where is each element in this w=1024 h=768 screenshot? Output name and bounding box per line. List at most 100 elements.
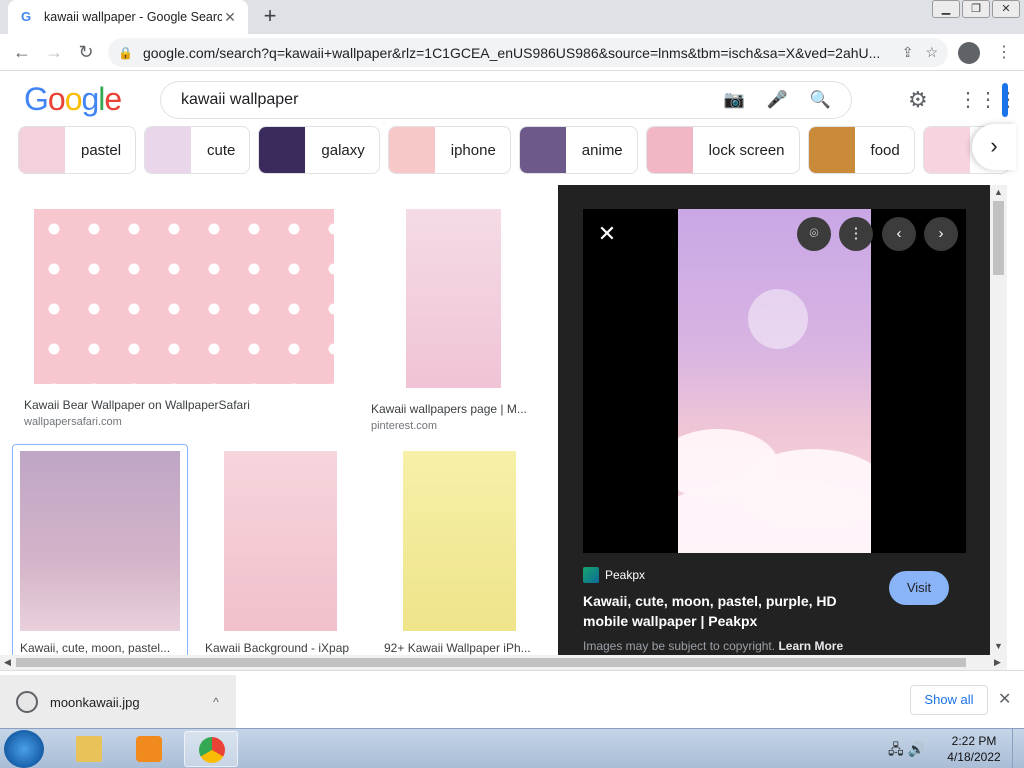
chip-food[interactable]: food [807, 126, 915, 174]
chip-pastel[interactable]: pastel [18, 126, 137, 174]
forward-button[interactable]: → [38, 42, 70, 63]
settings-gear-icon[interactable]: ⚙ [908, 87, 928, 113]
apps-grid-icon[interactable]: ⋮⋮⋮ [958, 87, 1018, 112]
peakpx-logo-icon [583, 567, 599, 583]
tab-close-icon[interactable]: ✕ [222, 9, 238, 26]
close-window-button[interactable]: ✕ [992, 0, 1020, 18]
result-card[interactable]: Kawaii Bear Wallpaper on WallpaperSafari… [20, 209, 348, 428]
preview-source[interactable]: Peakpx [583, 567, 645, 583]
result-source[interactable]: pinterest.com [371, 420, 542, 432]
close-downloads-icon[interactable]: ✕ [998, 689, 1011, 709]
download-item[interactable]: moonkawaii.jpg ^ [0, 675, 236, 729]
chip-anime[interactable]: anime [518, 126, 638, 174]
chip-thumbnail [388, 127, 435, 173]
image-results: Kawaii Bear Wallpaper on WallpaperSafari… [0, 185, 558, 655]
result-title[interactable]: Kawaii wallpapers page | M... [371, 402, 542, 416]
address-bar[interactable]: 🔒 google.com/search?q=kawaii+wallpaper&r… [108, 38, 948, 67]
close-preview-icon[interactable]: ✕ [595, 222, 619, 246]
tab-title: kawaii wallpaper - Google Search [44, 10, 222, 24]
result-title[interactable]: Kawaii Background - iXpap [205, 641, 360, 655]
taskbar-media-player[interactable] [122, 731, 176, 767]
download-filename: moonkawaii.jpg [50, 694, 140, 710]
result-image[interactable] [406, 209, 501, 388]
maximize-button[interactable]: ❐ [962, 0, 990, 18]
related-search-chips: pastel cute galaxy iphone anime lock scr… [18, 126, 1010, 176]
camera-icon[interactable]: 📷 [723, 90, 744, 110]
url-text: google.com/search?q=kawaii+wallpaper&rlz… [142, 44, 881, 61]
minimize-button[interactable]: ▁ [932, 0, 960, 18]
microphone-icon[interactable]: 🎤 [767, 90, 788, 110]
visit-button[interactable]: Visit [889, 571, 949, 605]
vertical-scrollbar[interactable]: ▲ ▼ [990, 185, 1007, 655]
share-icon[interactable]: ⇪ [902, 44, 914, 61]
more-options-icon[interactable]: ⋮ [839, 217, 873, 251]
media-player-icon [136, 736, 162, 762]
search-box[interactable]: kawaii wallpaper 📷 🎤 🔍 [160, 81, 852, 119]
horizontal-scrollbar[interactable]: ◀ ▶ [0, 655, 1007, 670]
show-desktop-button[interactable] [1012, 729, 1024, 768]
lens-search-icon[interactable]: ⌾ [797, 217, 831, 251]
chip-thumbnail [145, 127, 192, 173]
next-image-icon[interactable]: › [924, 217, 958, 251]
preview-image-frame [583, 209, 966, 553]
result-title[interactable]: Kawaii Bear Wallpaper on WallpaperSafari [24, 398, 348, 412]
chip-thumbnail [923, 127, 970, 173]
bookmark-star-icon[interactable]: ☆ [925, 44, 938, 61]
windows-taskbar: 🖧 🔊 2:22 PM 4/18/2022 [0, 728, 1024, 768]
result-card[interactable]: 92+ Kawaii Wallpaper iPh... [379, 451, 539, 655]
preview-title[interactable]: Kawaii, cute, moon, pastel, purple, HD m… [583, 591, 873, 631]
start-button[interactable] [4, 730, 44, 768]
result-image[interactable] [224, 451, 337, 631]
google-logo[interactable]: Google [24, 81, 122, 118]
vertical-scroll-thumb[interactable] [993, 201, 1004, 275]
result-card-selected[interactable]: Kawaii, cute, moon, pastel... [12, 444, 188, 655]
browser-menu-icon[interactable]: ⋮ [996, 42, 1012, 62]
chevron-up-icon[interactable]: ^ [196, 695, 236, 709]
copyright-notice: Images may be subject to copyright. Lear… [583, 639, 844, 653]
result-card[interactable]: Kawaii Background - iXpap [200, 451, 360, 655]
moon-shape [748, 289, 808, 349]
image-file-icon [16, 691, 38, 713]
result-title[interactable]: 92+ Kawaii Wallpaper iPh... [384, 641, 539, 655]
learn-more-link[interactable]: Learn More [778, 639, 843, 653]
system-clock[interactable]: 2:22 PM 4/18/2022 [944, 733, 1004, 765]
result-image[interactable] [403, 451, 516, 631]
chip-thumbnail [808, 127, 855, 173]
chip-galaxy[interactable]: galaxy [258, 126, 380, 174]
chip-thumbnail [519, 127, 566, 173]
chip-cute[interactable]: cute [144, 126, 251, 174]
chip-thumbnail [646, 127, 693, 173]
folder-icon [76, 736, 102, 762]
taskbar-explorer[interactable] [62, 731, 116, 767]
search-input[interactable]: kawaii wallpaper [181, 91, 701, 109]
window-controls: ▁ ❐ ✕ [932, 0, 1020, 18]
show-all-button[interactable]: Show all [910, 685, 988, 715]
chip-lock-screen[interactable]: lock screen [645, 126, 800, 174]
back-button[interactable]: ← [6, 42, 38, 63]
chips-next-arrow-icon[interactable]: › [972, 124, 1016, 170]
preview-image[interactable] [678, 209, 871, 553]
previous-image-icon[interactable]: ‹ [882, 217, 916, 251]
result-source[interactable]: wallpapersafari.com [24, 416, 348, 428]
chip-iphone[interactable]: iphone [387, 126, 511, 174]
google-header: Google kawaii wallpaper 📷 🎤 🔍 ⚙ ⋮⋮⋮ [0, 71, 1018, 131]
result-title[interactable]: Kawaii, cute, moon, pastel... [20, 641, 180, 655]
horizontal-scroll-thumb[interactable] [16, 658, 966, 667]
result-image[interactable] [34, 209, 334, 384]
system-tray[interactable]: 🖧 🔊 [888, 739, 925, 763]
sign-in-button[interactable] [1002, 83, 1008, 117]
result-card[interactable]: Kawaii wallpapers page | M... pinterest.… [366, 209, 542, 432]
profile-avatar[interactable] [958, 42, 980, 64]
browser-toolbar: ← → ↻ 🔒 google.com/search?q=kawaii+wallp… [0, 34, 1024, 71]
lock-icon: 🔒 [118, 45, 133, 60]
chip-thumbnail [259, 127, 306, 173]
chip-thumbnail [19, 127, 65, 173]
taskbar-chrome[interactable] [184, 731, 238, 767]
reload-button[interactable]: ↻ [70, 42, 102, 63]
new-tab-button[interactable]: + [258, 5, 282, 29]
chrome-icon [199, 737, 225, 763]
search-icon[interactable]: 🔍 [810, 90, 831, 110]
browser-tab[interactable]: G kawaii wallpaper - Google Search ✕ [8, 0, 248, 34]
result-image[interactable] [20, 451, 180, 631]
google-favicon-icon: G [20, 9, 32, 24]
